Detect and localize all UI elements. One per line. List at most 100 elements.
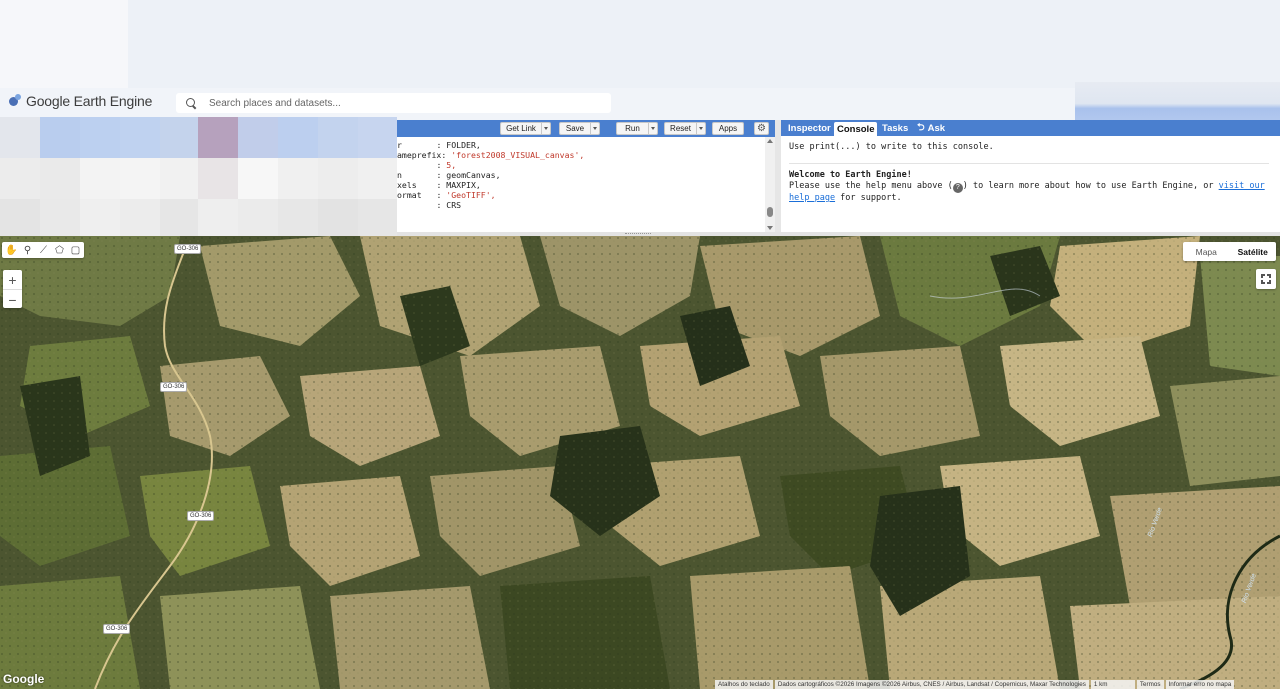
app-name: Google Earth Engine bbox=[26, 93, 153, 109]
report-map-error-link[interactable]: Informar erro no mapa bbox=[1165, 680, 1235, 689]
chevron-down-icon[interactable] bbox=[648, 123, 657, 134]
save-label: Save bbox=[565, 124, 585, 133]
tab-tasks[interactable]: Tasks bbox=[879, 122, 911, 134]
road-label: GO-306 bbox=[160, 382, 188, 392]
console-print-hint: Use print(...) to write to this console. bbox=[789, 142, 994, 152]
chevron-down-icon[interactable] bbox=[541, 123, 550, 134]
code-sep: : bbox=[436, 190, 447, 200]
right-panel: Inspector Console Tasks ⮌ Ask Use print(… bbox=[781, 120, 1280, 232]
settings-button[interactable]: ⚙ bbox=[754, 122, 769, 135]
code-sep: : bbox=[436, 160, 447, 170]
blurred-block bbox=[0, 0, 128, 92]
get-link-button[interactable]: Get Link bbox=[500, 122, 551, 135]
scroll-up-icon[interactable] bbox=[767, 139, 773, 143]
code-line: xels : MAXPIX, bbox=[397, 180, 767, 190]
search-box[interactable] bbox=[176, 93, 611, 113]
marker-icon[interactable]: ⚲ bbox=[21, 244, 34, 257]
right-panel-tabs: Inspector Console Tasks ⮌ Ask bbox=[781, 120, 1280, 136]
console-help-text: Please use the help menu above (?) to le… bbox=[789, 181, 1274, 205]
code-key bbox=[397, 160, 436, 170]
map-data-attribution: Dados cartográficos ©2026 Imagens ©2026 … bbox=[774, 680, 1089, 689]
road-label: GO-306 bbox=[187, 511, 215, 521]
console-welcome-title: Welcome to Earth Engine! bbox=[789, 170, 1274, 182]
console-divider bbox=[789, 162, 1269, 164]
code-line: ameprefix: 'forest2008_VISUAL_canvas', bbox=[397, 150, 767, 160]
map-type-control: Mapa Satélite bbox=[1183, 242, 1276, 261]
polyline-icon[interactable]: ⟋ bbox=[37, 244, 50, 257]
polygon-icon[interactable]: ⬠ bbox=[53, 244, 66, 257]
satellite-imagery bbox=[0, 236, 1280, 689]
map-attribution: Atalhos do teclado Dados cartográficos ©… bbox=[713, 680, 1235, 689]
scroll-down-icon[interactable] bbox=[767, 226, 773, 230]
chevron-down-icon[interactable] bbox=[590, 123, 599, 134]
chevron-down-icon[interactable] bbox=[696, 123, 705, 134]
zoom-control: + − bbox=[3, 270, 22, 308]
road-label: GO-306 bbox=[174, 244, 202, 254]
zoom-out-button[interactable]: − bbox=[3, 290, 22, 309]
apps-button[interactable]: Apps bbox=[712, 122, 744, 135]
tab-inspector[interactable]: Inspector bbox=[785, 122, 834, 134]
code-key: n bbox=[397, 170, 437, 180]
terms-link[interactable]: Termos bbox=[1136, 680, 1164, 689]
reset-button[interactable]: Reset bbox=[664, 122, 706, 135]
rectangle-icon[interactable]: ▢ bbox=[69, 244, 82, 257]
code-key: r bbox=[397, 140, 437, 150]
code-value: MAXPIX, bbox=[446, 180, 481, 190]
fullscreen-button[interactable] bbox=[1256, 269, 1276, 289]
save-button[interactable]: Save bbox=[559, 122, 600, 135]
code-sep: : bbox=[441, 150, 452, 160]
earth-engine-logo-icon bbox=[8, 94, 22, 108]
get-link-label: Get Link bbox=[506, 124, 536, 133]
tab-console[interactable]: Console bbox=[834, 122, 878, 136]
code-value: 'forest2008_VISUAL_canvas', bbox=[451, 150, 585, 160]
app-logo[interactable]: Google Earth Engine bbox=[8, 92, 152, 110]
code-line: ormat : 'GeoTIFF', bbox=[397, 190, 767, 200]
code-sep: : bbox=[436, 180, 447, 190]
code-sep: : bbox=[436, 140, 447, 150]
run-button[interactable]: Run bbox=[616, 122, 658, 135]
fullscreen-icon bbox=[1260, 273, 1272, 285]
tab-ask-label: Ask bbox=[927, 122, 946, 134]
blurred-tiles bbox=[0, 117, 397, 240]
code-value: 'GeoTIFF', bbox=[446, 190, 496, 200]
code-key bbox=[397, 200, 436, 210]
code-sep: : bbox=[436, 200, 447, 210]
code-editor-panel: Get Link Save Run Reset Apps ⚙ r: FOLDE… bbox=[397, 120, 775, 232]
google-logo: Google bbox=[3, 672, 45, 686]
code-key: ameprefix bbox=[397, 150, 442, 160]
code-value: FOLDER, bbox=[446, 140, 481, 150]
drawing-tools: ✋ ⚲ ⟋ ⬠ ▢ bbox=[2, 242, 84, 258]
scale-bar[interactable]: 1 km bbox=[1090, 680, 1135, 689]
ask-icon: ⮌ bbox=[917, 122, 925, 133]
code-area[interactable]: r : FOLDER, ameprefix: 'forest2008_VISUA… bbox=[397, 137, 767, 232]
code-value: geomCanvas, bbox=[446, 170, 501, 180]
code-line: r : FOLDER, bbox=[397, 140, 767, 150]
keyboard-shortcuts-link[interactable]: Atalhos do teclado bbox=[715, 680, 773, 689]
help-question-icon: ? bbox=[952, 183, 963, 193]
editor-scrollbar[interactable] bbox=[765, 137, 775, 232]
code-sep: : bbox=[436, 170, 447, 180]
editor-toolbar: Get Link Save Run Reset Apps ⚙ bbox=[397, 120, 775, 137]
code-value: CRS bbox=[446, 200, 462, 210]
reset-label: Reset bbox=[670, 124, 691, 133]
tab-ask[interactable]: ⮌ Ask bbox=[914, 122, 948, 134]
code-key: ormat bbox=[397, 190, 437, 200]
scroll-thumb[interactable] bbox=[767, 207, 773, 217]
map-canvas[interactable]: GO-306 GO-306 GO-306 GO-306 Rio Verde Ri… bbox=[0, 236, 1280, 689]
help-text-before: Please use the help menu above ( bbox=[789, 181, 953, 191]
code-value: 5, bbox=[446, 160, 457, 170]
map-type-satellite-button[interactable]: Satélite bbox=[1230, 242, 1277, 261]
blurred-top-region bbox=[0, 0, 1280, 92]
code-line: : CRS bbox=[397, 200, 767, 210]
pan-hand-icon[interactable]: ✋ bbox=[5, 244, 18, 257]
help-text-after: ) to learn more about how to use Earth E… bbox=[962, 181, 1219, 191]
code-line: n : geomCanvas, bbox=[397, 170, 767, 180]
zoom-in-button[interactable]: + bbox=[3, 270, 22, 289]
gear-icon: ⚙ bbox=[757, 123, 766, 134]
map-type-map-button[interactable]: Mapa bbox=[1183, 242, 1230, 261]
code-line: : 5, bbox=[397, 160, 767, 170]
splitter-grip-icon[interactable] bbox=[625, 233, 651, 235]
blurred-block bbox=[128, 0, 1280, 92]
search-input[interactable] bbox=[209, 97, 589, 109]
search-icon bbox=[186, 97, 197, 109]
